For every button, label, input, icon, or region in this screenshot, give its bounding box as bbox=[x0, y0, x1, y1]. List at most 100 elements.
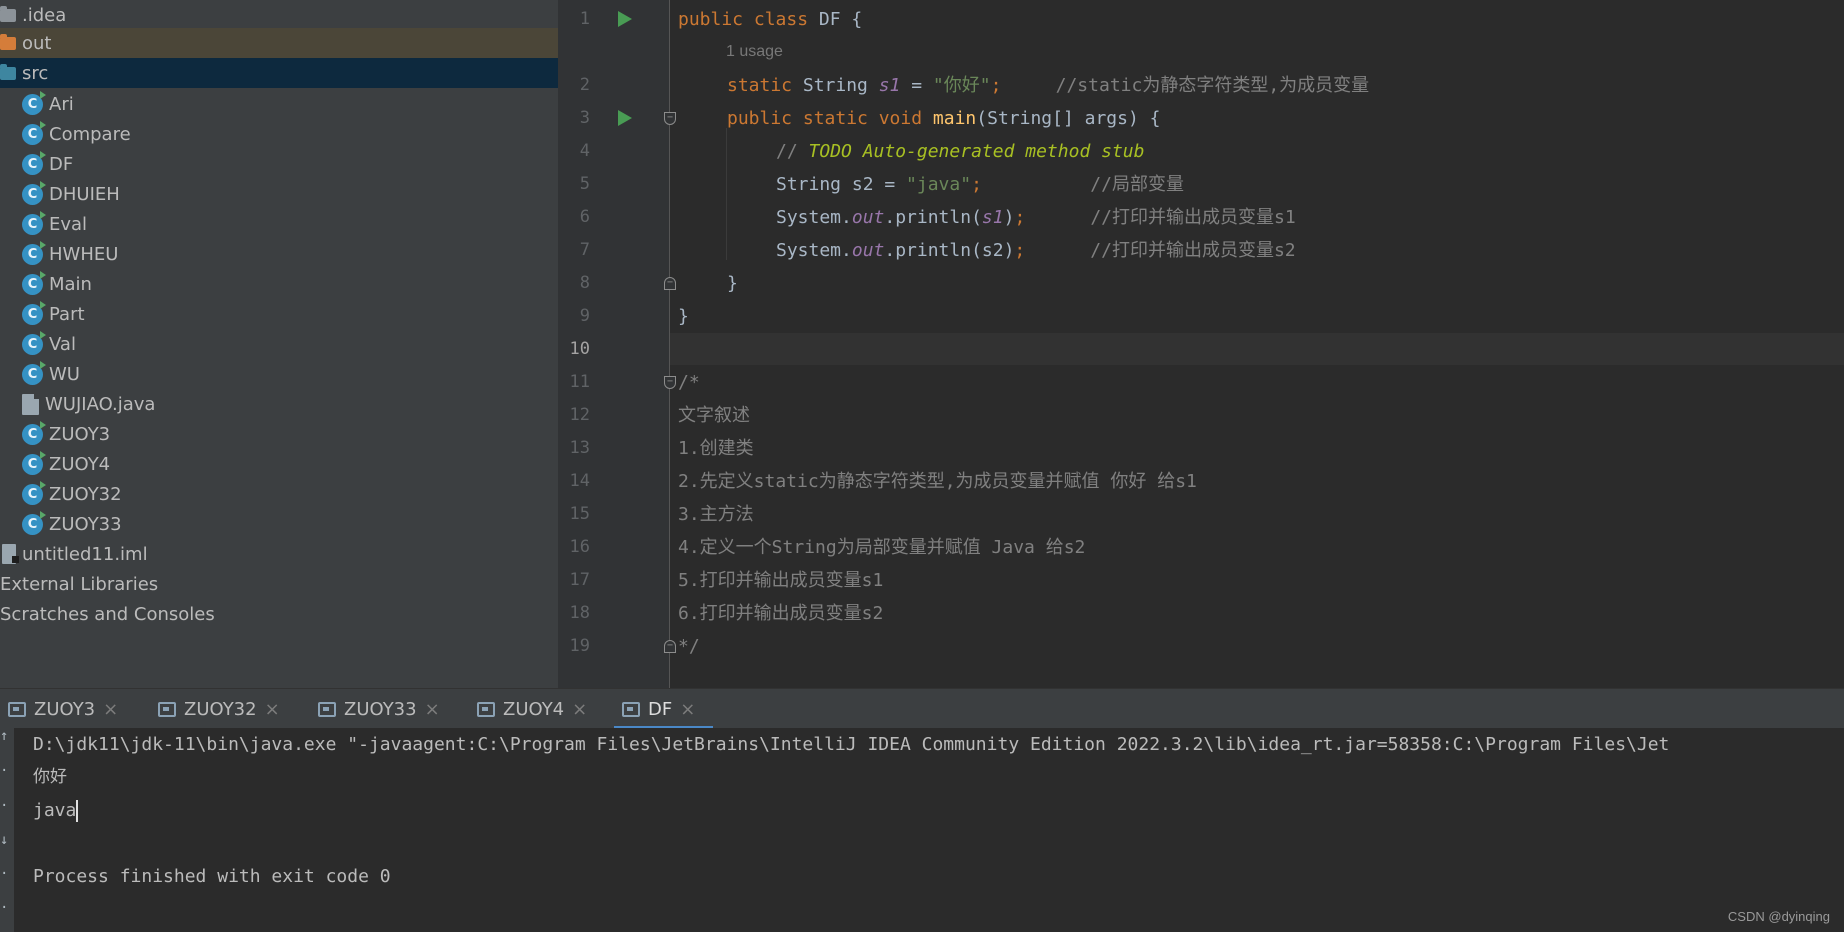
tree-item-label: ZUOY3 bbox=[49, 423, 111, 445]
line-number: 10 bbox=[569, 339, 590, 359]
close-icon[interactable]: × bbox=[425, 699, 440, 720]
run-tab-zuoy4[interactable]: ZUOY4 × bbox=[469, 689, 587, 729]
code-token: public static void bbox=[727, 108, 933, 129]
tab-label: ZUOY3 bbox=[34, 698, 96, 720]
tree-item-external-libraries[interactable]: External Libraries bbox=[0, 569, 558, 599]
run-main-icon[interactable] bbox=[618, 110, 632, 126]
close-icon[interactable]: × bbox=[680, 699, 695, 720]
code-token: String bbox=[802, 75, 879, 96]
code-token: out bbox=[851, 240, 885, 261]
tree-item-label: Main bbox=[49, 273, 92, 295]
usage-hint[interactable]: 1 usage bbox=[726, 38, 783, 66]
tree-item-label: ZUOY32 bbox=[49, 483, 122, 505]
tree-item-out-folder[interactable]: out bbox=[0, 28, 558, 58]
code-line-1: public class DF { bbox=[678, 3, 862, 36]
java-class-icon: C bbox=[22, 240, 46, 265]
tree-item-class[interactable]: C DF bbox=[0, 149, 558, 179]
run-tab-zuoy3[interactable]: ZUOY3 × bbox=[0, 689, 118, 729]
run-console[interactable]: ↑ · · ↓ · · D:\jdk11\jdk-11\bin\java.exe… bbox=[0, 728, 1844, 932]
tree-item-label: ZUOY33 bbox=[49, 513, 122, 535]
code-token: = bbox=[900, 75, 933, 96]
tree-item-class[interactable]: C ZUOY4 bbox=[0, 449, 558, 479]
java-class-icon: C bbox=[22, 450, 46, 475]
fold-end-icon[interactable]: − bbox=[664, 277, 676, 290]
run-tab-zuoy32[interactable]: ZUOY32 × bbox=[150, 689, 280, 729]
tree-item-label: Eval bbox=[49, 213, 88, 235]
rerun-icon[interactable]: ↑ bbox=[0, 728, 8, 744]
code-editor[interactable]: 1 2 3 4 5 6 7 8 9 10 11 12 13 14 15 16 1… bbox=[558, 0, 1844, 688]
tree-item-class[interactable]: C Eval bbox=[0, 209, 558, 239]
tree-item-class[interactable]: C Main bbox=[0, 269, 558, 299]
line-number: 7 bbox=[579, 240, 590, 260]
close-icon[interactable]: × bbox=[572, 699, 587, 720]
print-icon[interactable]: · bbox=[0, 866, 8, 882]
code-line-5: String s2 = "java"; //局部变量 bbox=[776, 168, 1184, 201]
tree-item-class[interactable]: C Part bbox=[0, 299, 558, 329]
tree-item-class[interactable]: C Ari bbox=[0, 89, 558, 119]
watermark: CSDN @dyinqing bbox=[1727, 909, 1830, 924]
fold-collapse-icon[interactable]: − bbox=[664, 376, 676, 389]
soft-wrap-icon[interactable]: · bbox=[0, 798, 8, 814]
tree-item-class[interactable]: C WU bbox=[0, 359, 558, 389]
tree-item-label: Scratches and Consoles bbox=[0, 603, 215, 625]
tree-item-label: Ari bbox=[49, 93, 74, 115]
fold-end-icon[interactable]: − bbox=[664, 640, 676, 653]
stop-icon[interactable]: · bbox=[0, 763, 8, 779]
run-tab-df[interactable]: DF × bbox=[614, 689, 713, 729]
tree-item-class[interactable]: C ZUOY32 bbox=[0, 479, 558, 509]
tree-item-label: Val bbox=[49, 333, 76, 355]
fold-collapse-icon[interactable]: − bbox=[664, 112, 676, 125]
tree-item-class[interactable]: C HWHEU bbox=[0, 239, 558, 269]
tree-item-class[interactable]: C DHUIEH bbox=[0, 179, 558, 209]
java-class-icon: C bbox=[22, 210, 46, 235]
tree-item-java-file[interactable]: WUJIAO.java bbox=[0, 389, 558, 419]
pin-icon[interactable]: · bbox=[0, 900, 8, 916]
tree-item-iml-file[interactable]: untitled11.iml bbox=[0, 539, 558, 569]
console-toolbar: ↑ · · ↓ · · bbox=[0, 728, 14, 932]
line-number: 15 bbox=[569, 504, 590, 524]
code-line-14: 2.先定义static为静态字符类型,为成员变量并赋值 你好 给s1 bbox=[678, 471, 1197, 492]
close-icon[interactable]: × bbox=[103, 699, 118, 720]
tree-item-class[interactable]: C ZUOY3 bbox=[0, 419, 558, 449]
folder-icon bbox=[0, 63, 16, 80]
line-number: 19 bbox=[569, 636, 590, 656]
tree-item-label: WU bbox=[49, 363, 80, 385]
iml-file-icon bbox=[2, 544, 19, 564]
code-comment: //打印并输出成员变量s1 bbox=[1025, 207, 1296, 228]
line-number: 1 bbox=[579, 9, 590, 29]
tree-item-class[interactable]: C ZUOY33 bbox=[0, 509, 558, 539]
code-line-19: */ bbox=[678, 636, 700, 657]
line-number: 12 bbox=[569, 405, 590, 425]
tree-item-class[interactable]: C Val bbox=[0, 329, 558, 359]
folder-icon bbox=[0, 5, 16, 22]
java-class-icon: C bbox=[22, 510, 46, 535]
project-tree-panel: .idea out src C Ari C Compare C DF C DHU… bbox=[0, 0, 558, 688]
code-token: "你好" bbox=[932, 75, 991, 96]
tree-item-src-folder[interactable]: src bbox=[0, 58, 558, 88]
tree-item-idea-folder[interactable]: .idea bbox=[0, 0, 558, 30]
close-icon[interactable]: × bbox=[265, 699, 280, 720]
java-class-icon: C bbox=[22, 90, 46, 115]
code-token: (String[] args) { bbox=[976, 108, 1161, 129]
java-class-icon: C bbox=[22, 360, 46, 385]
code-token: static bbox=[727, 75, 803, 96]
run-tab-zuoy33[interactable]: ZUOY33 × bbox=[310, 689, 440, 729]
code-token: ; bbox=[971, 174, 982, 195]
tree-item-label: Compare bbox=[49, 123, 131, 145]
code-line-17: 5.打印并输出成员变量s1 bbox=[678, 570, 884, 591]
java-class-icon: C bbox=[22, 150, 46, 175]
text-caret bbox=[76, 800, 79, 822]
run-class-icon[interactable] bbox=[618, 11, 632, 27]
tree-item-class[interactable]: C Compare bbox=[0, 119, 558, 149]
console-command-line: D:\jdk11\jdk-11\bin\java.exe "-javaagent… bbox=[33, 734, 1670, 755]
tree-item-label: untitled11.iml bbox=[22, 543, 148, 565]
code-line-2: static String s1 = "你好"; //static为静态字符类型… bbox=[727, 69, 1369, 102]
run-config-icon bbox=[8, 701, 26, 717]
java-class-icon: C bbox=[22, 120, 46, 145]
tree-item-label: Part bbox=[49, 303, 85, 325]
console-output-text: java bbox=[33, 800, 77, 821]
line-number: 2 bbox=[579, 75, 590, 95]
code-line-4: // TODO Auto-generated method stub bbox=[776, 135, 1144, 168]
scroll-to-end-icon[interactable]: ↓ bbox=[0, 832, 8, 848]
tree-item-scratches-and-consoles[interactable]: Scratches and Consoles bbox=[0, 599, 558, 629]
